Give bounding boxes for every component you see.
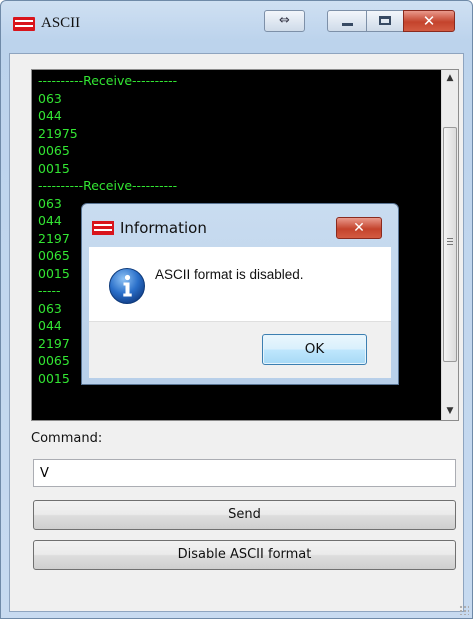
window-title: ASCII (41, 15, 81, 31)
command-input[interactable] (33, 459, 456, 487)
title-bar[interactable]: ASCII ⇔ ✕ (1, 1, 472, 53)
command-label: Command: (31, 431, 103, 446)
scroll-down-icon[interactable]: ▼ (442, 403, 458, 420)
scroll-up-icon[interactable]: ▲ (442, 70, 458, 87)
console-line: 063 (38, 90, 62, 106)
minimize-button[interactable] (327, 10, 367, 32)
app-logo (13, 17, 35, 31)
maximize-icon (379, 16, 391, 25)
app-window: ASCII ⇔ ✕ ----------Receive---------- 063… (0, 0, 473, 619)
dialog-app-logo (92, 221, 114, 235)
minimize-icon (342, 23, 353, 26)
send-button[interactable]: Send (33, 500, 456, 530)
console-line: 0015 (38, 160, 70, 176)
ok-button[interactable]: OK (262, 334, 367, 365)
console-line: 044 (38, 108, 62, 123)
information-dialog: Information ✕ ASCII format is disabled. (81, 203, 399, 385)
dialog-close-button[interactable]: ✕ (336, 217, 382, 239)
console-scrollbar[interactable]: ▲ ▼ (441, 70, 458, 420)
console-line: 21975 (38, 125, 78, 141)
close-button[interactable]: ✕ (403, 10, 455, 32)
dialog-message: ASCII format is disabled. (155, 267, 304, 282)
console-line: ----------Receive---------- (38, 178, 178, 193)
dialog-title: Information (120, 219, 207, 237)
grip-icon (447, 238, 453, 245)
disable-ascii-button[interactable]: Disable ASCII format (33, 540, 456, 570)
close-icon: ✕ (422, 12, 436, 30)
console-line: 0065 (38, 143, 70, 158)
dialog-footer: OK (89, 321, 391, 378)
swap-icon[interactable]: ⇔ (264, 10, 305, 32)
scroll-thumb[interactable] (443, 127, 457, 362)
resize-grip[interactable] (459, 605, 469, 615)
maximize-button[interactable] (366, 10, 404, 32)
console-line: ----------Receive---------- (38, 73, 178, 88)
close-icon: ✕ (353, 220, 365, 236)
info-icon (109, 268, 145, 304)
dialog-body: ASCII format is disabled. (89, 247, 391, 321)
